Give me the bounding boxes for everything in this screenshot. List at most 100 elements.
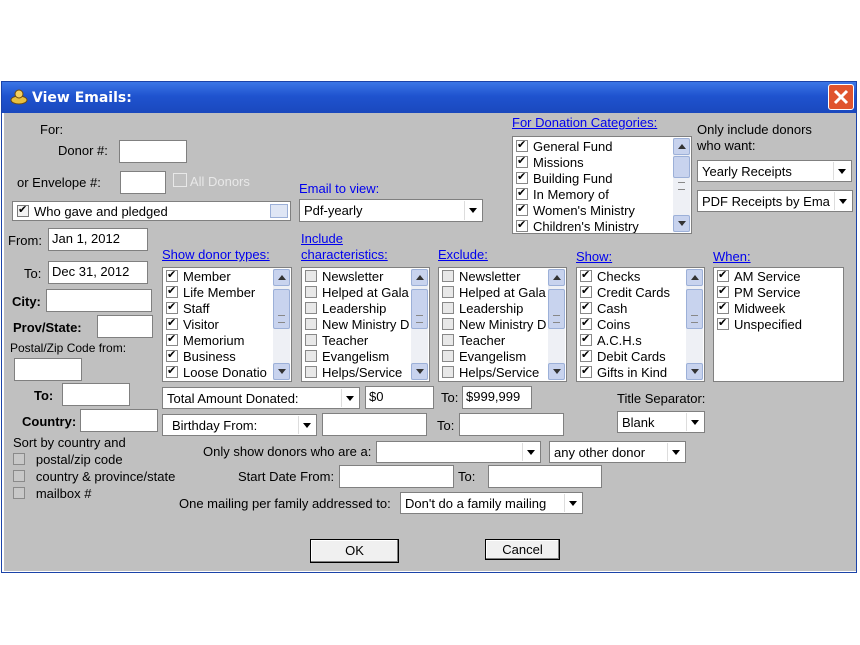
checkbox[interactable]: [580, 300, 592, 314]
checkbox[interactable]: [442, 334, 454, 346]
to-date-input[interactable]: Dec 31, 2012: [48, 261, 148, 284]
checkbox[interactable]: [166, 268, 178, 282]
checkbox[interactable]: [580, 364, 592, 378]
show-list[interactable]: ChecksCredit CardsCashCoinsA.C.H.sDebit …: [576, 267, 705, 382]
list-item[interactable]: Checks: [580, 268, 640, 285]
checkbox[interactable]: [305, 286, 317, 298]
checkbox[interactable]: [305, 302, 317, 314]
title-bar[interactable]: View Emails:: [2, 82, 856, 113]
donor-types-scrollbar[interactable]: [273, 269, 290, 380]
list-item[interactable]: Debit Cards: [580, 348, 666, 365]
checkbox[interactable]: [516, 154, 528, 168]
chevron-down-icon[interactable]: [464, 201, 481, 220]
categories-scrollbar[interactable]: [673, 138, 690, 232]
list-item[interactable]: Cash: [580, 300, 627, 317]
checkbox[interactable]: [166, 300, 178, 314]
list-item[interactable]: In Memory of: [516, 186, 609, 203]
postal-from-input[interactable]: [14, 358, 82, 381]
list-item[interactable]: Helped at Gala: [442, 285, 546, 301]
list-item[interactable]: Gifts in Kind: [580, 364, 667, 381]
list-item[interactable]: Teacher: [442, 333, 505, 349]
spinner-icon[interactable]: [270, 204, 288, 218]
other-donor-select[interactable]: any other donor: [549, 441, 686, 463]
checkbox[interactable]: [442, 302, 454, 314]
chevron-down-icon[interactable]: [833, 162, 850, 180]
chevron-down-icon[interactable]: [564, 494, 581, 512]
birthday-from-input[interactable]: [322, 413, 427, 436]
checkbox[interactable]: [442, 270, 454, 282]
checkbox[interactable]: [580, 332, 592, 346]
when-list[interactable]: AM ServicePM ServiceMidweekUnspecified: [713, 267, 844, 382]
who-gave-checkbox[interactable]: [17, 203, 29, 217]
list-item[interactable]: New Ministry D: [442, 317, 546, 333]
all-donors-checkbox[interactable]: All Donors: [173, 173, 250, 189]
checkbox[interactable]: [717, 316, 729, 330]
list-item[interactable]: PM Service: [717, 284, 800, 301]
checkbox[interactable]: [166, 316, 178, 330]
email-to-view-select[interactable]: Pdf-yearly: [299, 199, 483, 222]
list-item[interactable]: Helped at Gala: [305, 285, 409, 301]
checkbox[interactable]: [305, 334, 317, 346]
sort-mailbox-checkbox[interactable]: mailbox #: [13, 486, 91, 501]
list-item[interactable]: Teacher: [305, 333, 368, 349]
list-item[interactable]: Evangelism: [442, 349, 526, 365]
checkbox[interactable]: [717, 284, 729, 298]
checkbox[interactable]: [305, 350, 317, 362]
chevron-down-icon[interactable]: [686, 413, 703, 431]
start-date-to-input[interactable]: [488, 465, 602, 488]
pdf-select[interactable]: PDF Receipts by Ema: [697, 190, 853, 212]
start-date-from-input[interactable]: [339, 465, 454, 488]
donor-input[interactable]: [119, 140, 187, 163]
checkbox[interactable]: [166, 332, 178, 346]
ok-button[interactable]: OK: [310, 539, 399, 563]
list-item[interactable]: Visitor: [166, 316, 219, 333]
family-mailing-select[interactable]: Don't do a family mailing: [400, 492, 583, 514]
chevron-down-icon[interactable]: [522, 443, 539, 461]
list-item[interactable]: Helps/Service: [442, 365, 539, 381]
list-item[interactable]: Staff: [166, 300, 210, 317]
list-item[interactable]: Business: [166, 348, 236, 365]
chevron-down-icon[interactable]: [341, 389, 358, 407]
list-item[interactable]: General Fund: [516, 138, 613, 155]
checkbox[interactable]: [516, 186, 528, 200]
checkbox[interactable]: [580, 268, 592, 282]
list-item[interactable]: Member: [166, 268, 231, 285]
checkbox[interactable]: [717, 268, 729, 282]
list-item[interactable]: Newsletter: [305, 269, 383, 285]
checkbox[interactable]: [516, 138, 528, 152]
cancel-button[interactable]: Cancel: [485, 539, 560, 560]
only-show-select[interactable]: [376, 441, 541, 463]
checkbox[interactable]: [305, 366, 317, 378]
list-item[interactable]: New Ministry D: [305, 317, 409, 333]
prov-state-input[interactable]: [97, 315, 153, 338]
donation-categories-list[interactable]: General FundMissionsBuilding FundIn Memo…: [512, 136, 692, 234]
amount-to-input[interactable]: $999,999: [462, 386, 532, 409]
who-gave-select[interactable]: Who gave and pledged: [12, 201, 291, 221]
chevron-down-icon[interactable]: [298, 416, 315, 434]
checkbox[interactable]: [305, 270, 317, 282]
include-scrollbar[interactable]: [411, 269, 428, 380]
list-item[interactable]: Midweek: [717, 300, 785, 317]
list-item[interactable]: A.C.H.s: [580, 332, 642, 349]
list-item[interactable]: Coins: [580, 316, 630, 333]
list-item[interactable]: Unspecified: [717, 316, 802, 333]
birthday-select[interactable]: Birthday From:: [162, 414, 317, 436]
country-input[interactable]: [80, 409, 158, 432]
checkbox[interactable]: [580, 348, 592, 362]
list-item[interactable]: Newsletter: [442, 269, 520, 285]
chevron-down-icon[interactable]: [834, 192, 851, 210]
list-item[interactable]: Evangelism: [305, 349, 389, 365]
checkbox[interactable]: [442, 318, 454, 330]
exclude-scrollbar[interactable]: [548, 269, 565, 380]
checkbox[interactable]: [305, 318, 317, 330]
postal-to-input[interactable]: [62, 383, 130, 406]
list-item[interactable]: Building Fund: [516, 170, 613, 187]
amount-from-input[interactable]: $0: [365, 386, 434, 409]
list-item[interactable]: Loose Donatio: [166, 364, 267, 381]
chevron-down-icon[interactable]: [667, 443, 684, 461]
checkbox[interactable]: [580, 284, 592, 298]
list-item[interactable]: Women's Ministry: [516, 202, 635, 219]
checkbox[interactable]: [580, 316, 592, 330]
checkbox[interactable]: [516, 202, 528, 216]
show-scrollbar[interactable]: [686, 269, 703, 380]
